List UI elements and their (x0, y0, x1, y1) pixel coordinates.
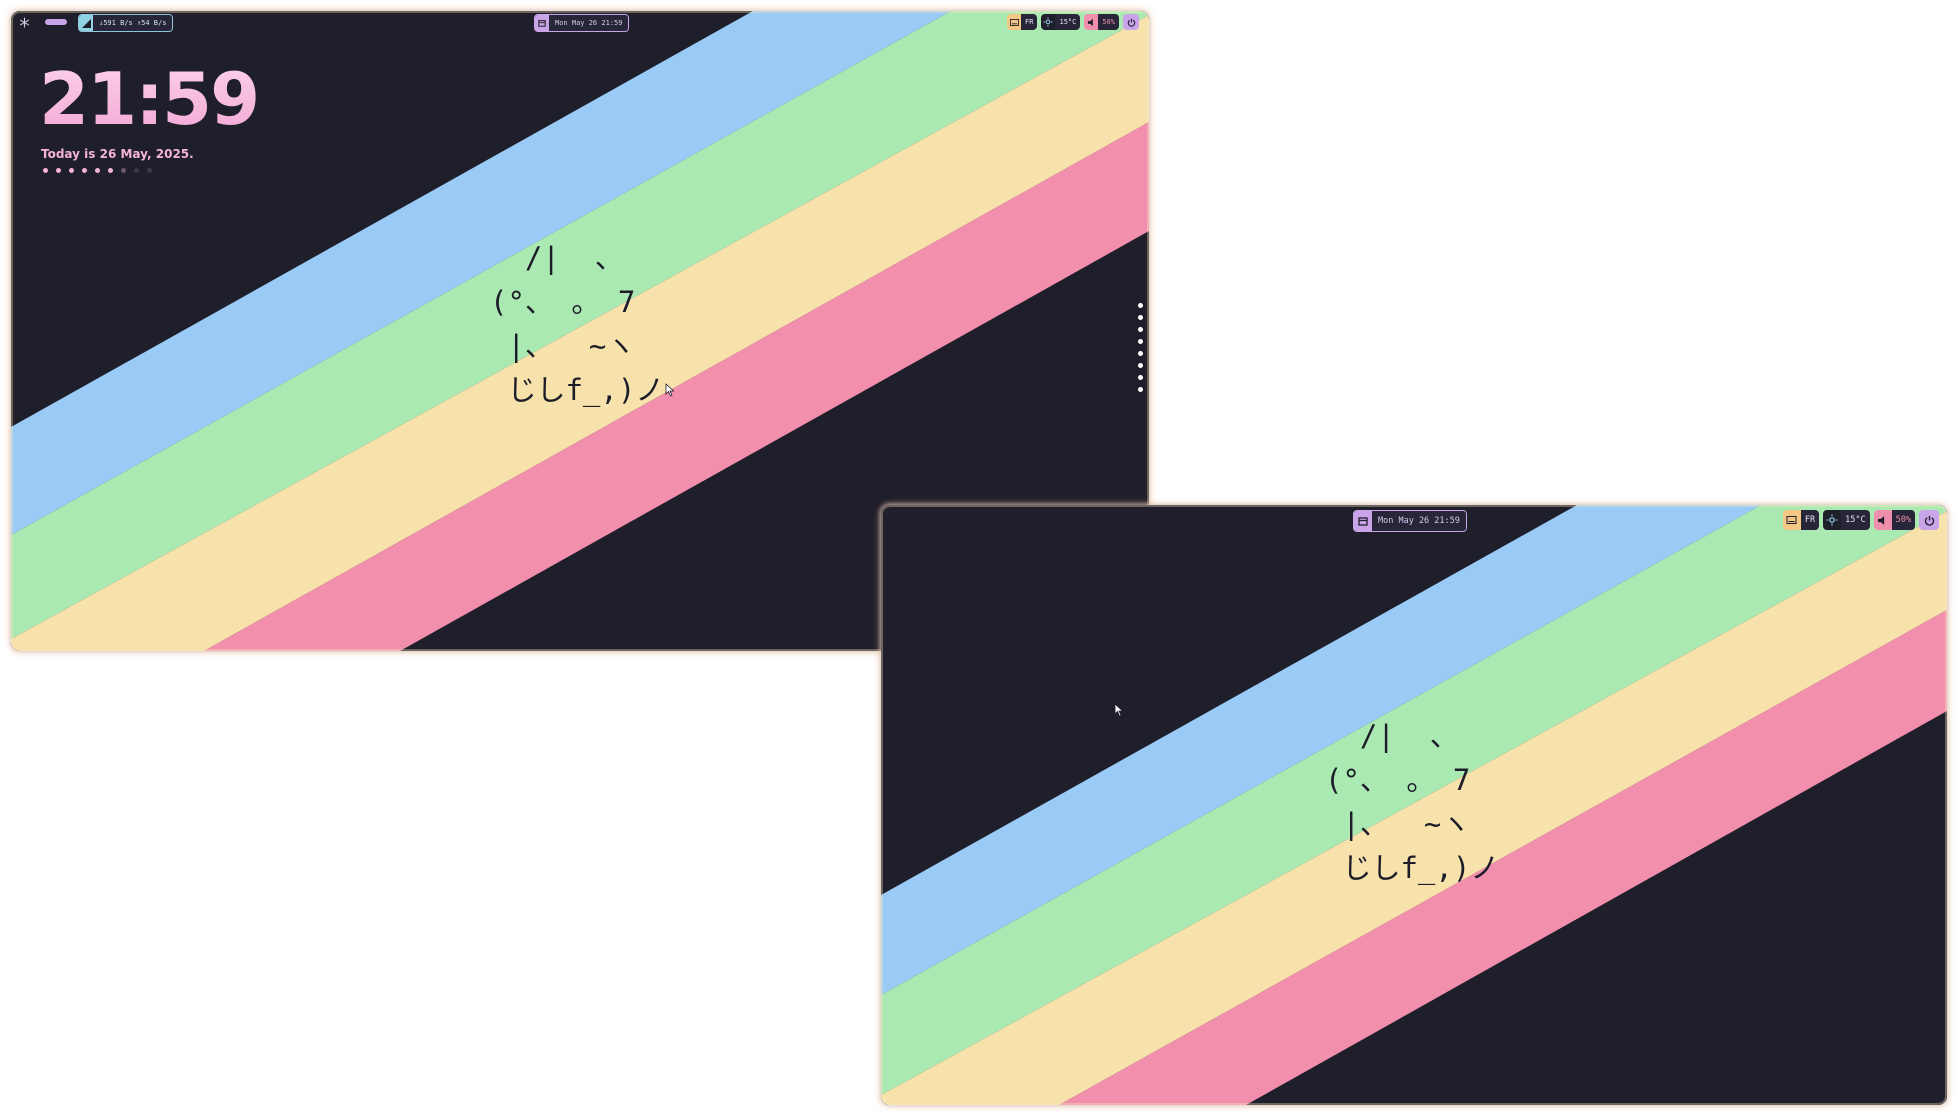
sun-icon (1041, 14, 1056, 30)
datetime-widget[interactable]: Mon May 26 21:59 (1353, 510, 1467, 532)
workspace-dot[interactable] (69, 168, 74, 173)
side-dock-dots (1138, 303, 1143, 392)
network-speed-widget[interactable]: ↓591 B/s ↑54 B/s (78, 14, 174, 32)
workspace-dot[interactable] (108, 168, 113, 173)
workspace-dot[interactable] (56, 168, 61, 173)
signal-icon (79, 15, 93, 31)
ascii-line: /| 、 (490, 241, 624, 275)
workspace-dot[interactable] (82, 168, 87, 173)
datetime-text: Mon May 26 21:59 (1372, 511, 1466, 531)
power-icon (1924, 515, 1934, 526)
keyboard-layout-text: FR (1800, 510, 1820, 530)
power-button[interactable] (1123, 14, 1139, 30)
workspace-dot[interactable] (134, 168, 139, 173)
ascii-line: じしf_,)ノ (490, 373, 665, 408)
temperature-text: 15°C (1055, 14, 1081, 30)
keyboard-icon (1782, 510, 1801, 530)
dock-dot[interactable] (1138, 375, 1143, 380)
workspace-dot[interactable] (147, 168, 152, 173)
workspace-dot[interactable] (95, 168, 100, 173)
volume-widget[interactable]: 50% (1873, 510, 1915, 530)
ascii-cat-art: /| 、 (°、 。 7 |、 ~ヽ じしf_,)ノ (490, 236, 664, 412)
speaker-icon (1873, 510, 1892, 530)
desktop-clock-date: Today is 26 May, 2025. (41, 147, 194, 161)
ascii-line: /| 、 (1325, 719, 1459, 753)
ascii-line: |、 ~ヽ (490, 329, 636, 364)
weather-widget[interactable]: 15°C (1041, 14, 1081, 30)
sun-icon (1823, 510, 1842, 530)
ascii-line: じしf_,)ノ (1325, 851, 1500, 886)
monitor-secondary: Mon May 26 21:59 FR 15°C 50% /| 、 (°、 。 7… (881, 505, 1947, 1105)
keyboard-layout-text: FR (1021, 14, 1038, 30)
workspace-dot[interactable] (121, 168, 126, 173)
ascii-line: (°、 。 7 (490, 285, 636, 320)
workspace-dot[interactable] (43, 168, 48, 173)
status-tray: FR 15°C 50% (1782, 510, 1939, 530)
dock-dot[interactable] (1138, 303, 1143, 308)
ascii-line: (°、 。 7 (1325, 763, 1471, 798)
volume-level-text: 50% (1891, 510, 1915, 530)
cursor-icon (1114, 703, 1124, 717)
cursor-icon (665, 383, 675, 397)
keyboard-layout-widget[interactable]: FR (1007, 14, 1038, 30)
snowflake-icon (20, 16, 29, 28)
calendar-icon (1354, 511, 1372, 531)
ascii-line: |、 ~ヽ (1325, 807, 1471, 842)
power-button[interactable] (1919, 510, 1939, 530)
power-icon (1127, 18, 1135, 27)
workspace-dots (43, 168, 152, 173)
launcher-button[interactable] (19, 14, 30, 30)
dock-dot[interactable] (1138, 327, 1143, 332)
active-workspace-pill[interactable] (45, 19, 67, 25)
ascii-cat-art: /| 、 (°、 。 7 |、 ~ヽ じしf_,)ノ (1325, 714, 1499, 890)
datetime-widget[interactable]: Mon May 26 21:59 (534, 14, 630, 32)
keyboard-layout-widget[interactable]: FR (1782, 510, 1820, 530)
desktop-clock-time: 21:59 (39, 57, 260, 141)
dock-dot[interactable] (1138, 315, 1143, 320)
dock-dot[interactable] (1138, 363, 1143, 368)
dock-dot[interactable] (1138, 339, 1143, 344)
datetime-text: Mon May 26 21:59 (549, 15, 629, 31)
volume-level-text: 50% (1098, 14, 1119, 30)
speaker-icon (1084, 14, 1099, 30)
status-tray: FR 15°C 50% (1007, 14, 1139, 30)
dock-dot[interactable] (1138, 351, 1143, 356)
calendar-icon (535, 15, 549, 31)
dock-dot[interactable] (1138, 387, 1143, 392)
keyboard-icon (1007, 14, 1022, 30)
network-speed-text: ↓591 B/s ↑54 B/s (93, 15, 173, 31)
volume-widget[interactable]: 50% (1084, 14, 1119, 30)
weather-widget[interactable]: 15°C (1823, 510, 1870, 530)
temperature-text: 15°C (1841, 510, 1870, 530)
